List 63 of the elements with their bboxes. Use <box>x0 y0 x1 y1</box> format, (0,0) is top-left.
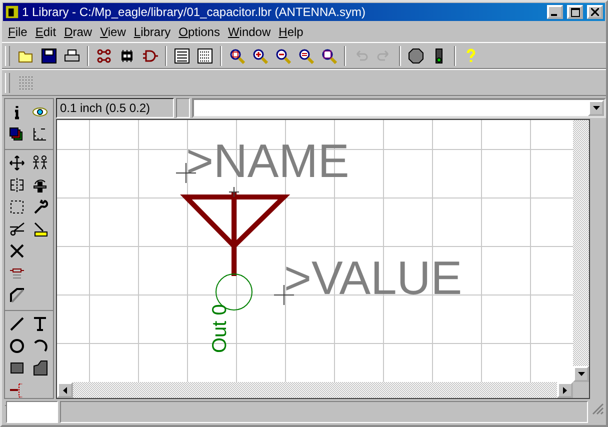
dropdown-button[interactable] <box>588 100 604 116</box>
close-button[interactable] <box>587 5 603 19</box>
maximize-icon <box>570 8 580 16</box>
script-icon <box>174 48 190 64</box>
zoom-redraw-icon <box>298 48 314 64</box>
scroll-right-button[interactable] <box>557 382 573 398</box>
left-arrow-icon <box>63 386 67 394</box>
menu-item[interactable]: Window <box>224 25 275 39</box>
menu-item[interactable]: File <box>4 25 32 39</box>
zoom-out-icon <box>275 48 291 64</box>
polygon-icon <box>32 360 48 376</box>
wrench-icon <box>32 199 48 215</box>
dashed-rectangle-icon <box>9 199 25 215</box>
mirror-icon <box>9 177 25 193</box>
printer-icon <box>64 48 80 64</box>
scroll-down-button[interactable] <box>573 366 589 382</box>
name-placeholder: >NAME <box>186 134 350 187</box>
scroll-left-button[interactable] <box>57 382 73 398</box>
caret-icon <box>592 106 600 110</box>
circuit-board-icon <box>96 48 112 64</box>
down-arrow-icon <box>578 372 584 376</box>
status-field <box>6 401 58 423</box>
program-sheet-icon <box>197 48 213 64</box>
circle-icon <box>9 338 25 354</box>
miter-icon <box>9 287 25 303</box>
menu-item[interactable]: Edit <box>31 25 60 39</box>
line-icon <box>9 316 25 332</box>
delete-cross-icon <box>9 243 25 259</box>
maximize-button[interactable] <box>567 5 583 19</box>
minimize-button[interactable] <box>547 5 563 19</box>
move-arrows-icon <box>9 155 25 171</box>
pin-icon <box>9 382 25 398</box>
zoom-in-icon <box>252 48 268 64</box>
field-separator <box>176 98 190 118</box>
resize-grip-icon <box>590 401 604 415</box>
value-placeholder: >VALUE <box>284 251 462 304</box>
close-icon <box>591 8 599 16</box>
menu-item[interactable]: Help <box>274 25 308 39</box>
scissors-icon <box>9 221 25 237</box>
rotate-icon <box>32 177 48 193</box>
vertical-scrollbar[interactable] <box>573 120 589 382</box>
logic-gate-icon <box>142 48 158 64</box>
two-figures-icon <box>32 155 48 171</box>
layers-icon <box>9 126 25 142</box>
arc-icon <box>32 338 48 354</box>
menu-item[interactable]: Options <box>174 25 224 39</box>
command-field[interactable] <box>192 98 606 118</box>
filled-rectangle-icon <box>9 360 25 376</box>
zoom-fit-icon <box>229 48 245 64</box>
text-tool-icon <box>32 316 48 332</box>
paste-icon <box>32 221 48 237</box>
menu-item[interactable]: Library <box>130 25 175 39</box>
horizontal-scrollbar[interactable] <box>57 382 573 398</box>
menu-item[interactable]: View <box>96 25 130 39</box>
window-title: 1 Library - C:/Mp_eagle/library/01_capacitor.lbr (ANTENNA.sym) <box>22 5 366 19</box>
app-icon <box>5 5 19 19</box>
zoom-select-icon <box>321 48 337 64</box>
right-arrow-icon <box>563 386 567 394</box>
chip-icon <box>119 48 135 64</box>
stop-sign-icon <box>408 48 424 64</box>
menu-item[interactable]: Draw <box>60 25 96 39</box>
coordinate-display: 0.1 inch (0.5 0.2) <box>56 98 174 118</box>
grid-icon <box>32 126 48 142</box>
